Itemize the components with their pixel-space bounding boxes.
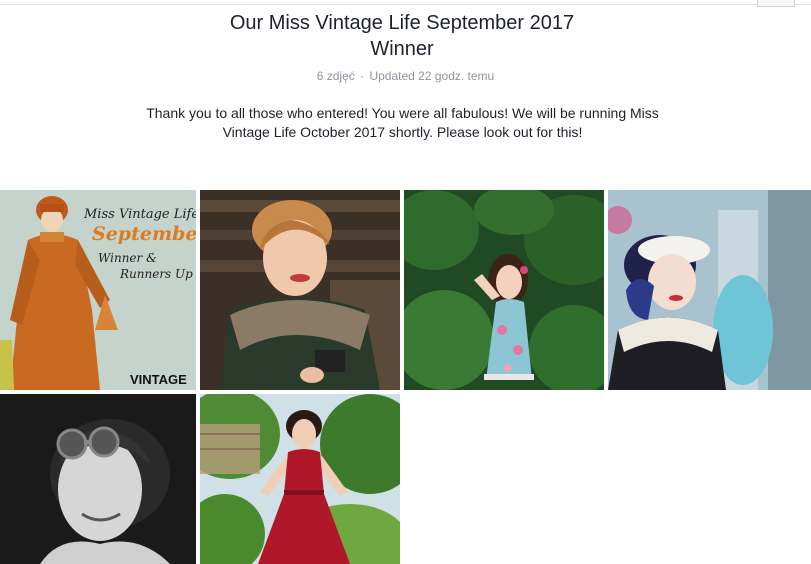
floral-dress-image bbox=[404, 190, 604, 390]
poster-line1: Miss Vintage Life bbox=[83, 207, 196, 222]
poster-line4: Runners Up bbox=[119, 267, 193, 281]
photo-thumbnail-goggles[interactable] bbox=[0, 394, 196, 564]
fur-collar-image bbox=[200, 190, 400, 390]
album-header: Our Miss Vintage Life September 2017 Win… bbox=[0, 10, 811, 84]
photo-thumbnail-white-beret[interactable] bbox=[608, 190, 811, 390]
album-title: Our Miss Vintage Life September 2017 Win… bbox=[229, 12, 575, 60]
poster-image: Miss Vintage Life September Winner & Run… bbox=[0, 190, 196, 390]
poster-line2: September bbox=[92, 223, 196, 245]
photo-thumbnail-red-dress[interactable] bbox=[200, 394, 400, 564]
photo-thumbnail-fur-collar[interactable] bbox=[200, 190, 400, 390]
top-right-button[interactable] bbox=[757, 0, 795, 7]
poster-line3: Winner & bbox=[98, 251, 157, 265]
white-beret-image bbox=[608, 190, 811, 390]
top-divider bbox=[0, 4, 811, 5]
poster-brand: VINTAGE bbox=[130, 372, 187, 387]
goggles-image bbox=[0, 394, 196, 564]
photo-thumbnail-poster[interactable]: Miss Vintage Life September Winner & Run… bbox=[0, 190, 196, 390]
album-meta: 6 zdjęć · Updated 22 godz. temu bbox=[0, 68, 811, 84]
updated-time[interactable]: Updated 22 godz. temu bbox=[369, 69, 494, 83]
photo-count[interactable]: 6 zdjęć bbox=[317, 69, 355, 83]
meta-separator: · bbox=[360, 69, 365, 83]
album-description: Thank you to all those who entered! You … bbox=[146, 105, 659, 140]
red-dress-image bbox=[200, 394, 400, 564]
photo-thumbnail-floral-dress[interactable] bbox=[404, 190, 604, 390]
